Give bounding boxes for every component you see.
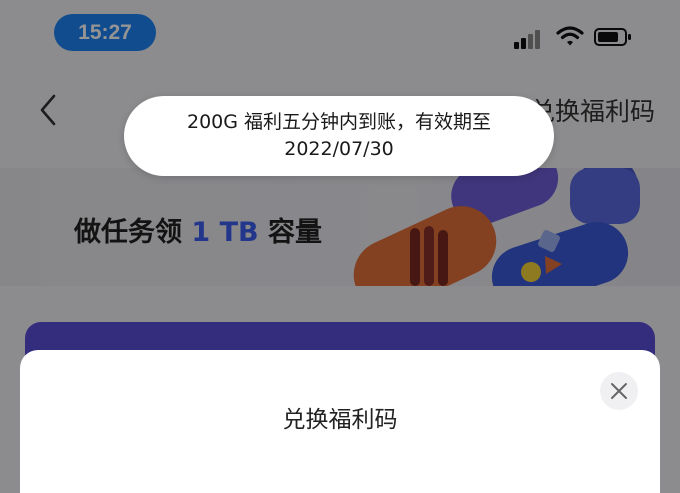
toast-line-2: 2022/07/30	[284, 138, 394, 160]
redeem-sheet: 兑换福利码	[20, 350, 660, 493]
close-icon	[611, 383, 627, 399]
toast-message: 200G 福利五分钟内到账，有效期至 2022/07/30	[124, 96, 554, 176]
close-button[interactable]	[600, 372, 638, 410]
toast-line-1: 200G 福利五分钟内到账，有效期至	[186, 111, 492, 133]
sheet-title: 兑换福利码	[282, 407, 398, 433]
